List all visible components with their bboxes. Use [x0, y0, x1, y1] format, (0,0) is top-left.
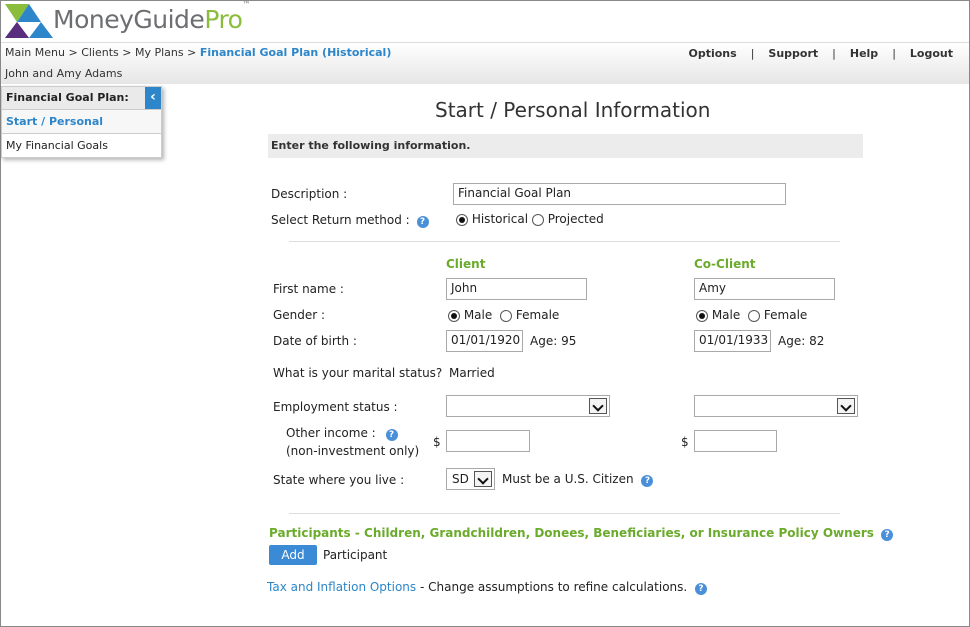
dollar-sign: $	[681, 435, 689, 449]
client-female-radio[interactable]	[500, 309, 513, 322]
breadcrumb-sep: >	[187, 46, 197, 59]
collapse-chevron-left-icon[interactable]: ‹	[145, 87, 161, 109]
marital-status-label: What is your marital status?	[273, 366, 443, 380]
nav-support[interactable]: Support	[768, 47, 818, 60]
first-name-label: First name :	[273, 282, 344, 296]
info-bar: Enter the following information.	[268, 134, 863, 158]
coclient-male-radio[interactable]	[696, 309, 708, 322]
historical-label: Historical	[471, 212, 529, 226]
top-nav: Options | Support | Help | Logout	[688, 47, 953, 60]
breadcrumb-sep: >	[68, 46, 78, 59]
client-male-radio[interactable]	[448, 309, 460, 322]
coclient-other-income-input[interactable]	[694, 430, 777, 452]
sidebar: Financial Goal Plan: ‹ Start / Personal …	[1, 86, 162, 158]
breadcrumb-my-plans[interactable]: My Plans	[135, 46, 184, 59]
male-label: Male	[711, 308, 741, 322]
return-method-label: Select Return method : ?	[271, 213, 429, 228]
breadcrumb-main-menu[interactable]: Main Menu	[5, 46, 65, 59]
client-first-name-input[interactable]: John	[446, 278, 587, 300]
client-age: Age: 95	[530, 334, 577, 348]
coclient-age: Age: 82	[778, 334, 825, 348]
participant-label: Participant	[323, 548, 388, 562]
tax-inflation-desc: - Change assumptions to refine calculati…	[416, 580, 688, 594]
help-icon[interactable]: ?	[385, 429, 398, 441]
divider	[289, 513, 840, 514]
description-input[interactable]: Financial Goal Plan	[453, 183, 786, 205]
breadcrumb-clients[interactable]: Clients	[81, 46, 119, 59]
nav-sep: |	[892, 47, 896, 60]
client-other-income-input[interactable]	[446, 430, 530, 452]
chevron-down-icon	[837, 398, 855, 414]
other-income-sublabel: (non-investment only)	[286, 444, 420, 458]
coclient-employment-select[interactable]	[694, 395, 858, 417]
client-employment-select[interactable]	[446, 395, 610, 417]
sidebar-header-label: Financial Goal Plan:	[6, 91, 129, 104]
dollar-sign: $	[433, 435, 441, 449]
help-icon[interactable]: ?	[416, 216, 429, 228]
brand-name: MoneyGuidePro™	[53, 0, 250, 34]
logo-mark-icon	[5, 4, 53, 38]
help-icon[interactable]: ?	[881, 529, 894, 541]
gender-label: Gender :	[273, 308, 326, 322]
dob-label: Date of birth :	[273, 334, 357, 348]
female-label: Female	[515, 308, 560, 322]
projected-label: Projected	[547, 212, 604, 226]
client-name: John and Amy Adams	[5, 67, 123, 80]
marital-status-value: Married	[449, 366, 495, 380]
client-gender: Male Female	[448, 308, 559, 322]
coclient-female-radio[interactable]	[748, 309, 761, 322]
citizen-note: Must be a U.S. Citizen ?	[502, 472, 654, 487]
client-dob-input[interactable]: 01/01/1920	[446, 330, 523, 352]
tax-inflation-row: Tax and Inflation Options - Change assum…	[267, 580, 708, 595]
sidebar-item-my-financial-goals[interactable]: My Financial Goals	[2, 134, 161, 158]
chevron-down-icon	[474, 471, 492, 487]
participants-header: Participants - Children, Grandchildren, …	[269, 526, 894, 541]
nav-help[interactable]: Help	[850, 47, 878, 60]
state-value: SD	[452, 472, 469, 486]
female-label: Female	[763, 308, 808, 322]
breadcrumb-sep: >	[122, 46, 132, 59]
breadcrumb-current: Financial Goal Plan (Historical)	[199, 46, 392, 59]
client-header: Client	[446, 257, 486, 271]
description-label: Description :	[271, 187, 348, 201]
divider	[289, 241, 840, 242]
coclient-header: Co-Client	[694, 257, 756, 271]
coclient-first-name-input[interactable]: Amy	[694, 278, 835, 300]
historical-radio[interactable]	[456, 213, 468, 226]
coclient-dob-input[interactable]: 01/01/1933	[694, 330, 771, 352]
chevron-down-icon	[589, 398, 607, 414]
male-label: Male	[463, 308, 493, 322]
coclient-gender: Male Female	[696, 308, 807, 322]
sidebar-item-start-personal[interactable]: Start / Personal	[2, 110, 161, 134]
nav-sep: |	[832, 47, 836, 60]
tax-inflation-link[interactable]: Tax and Inflation Options	[267, 580, 416, 594]
breadcrumb: Main Menu > Clients > My Plans > Financi…	[5, 46, 391, 59]
state-select[interactable]: SD	[446, 468, 495, 490]
other-income-label: Other income : ?	[286, 426, 398, 441]
state-label: State where you live :	[273, 473, 405, 487]
employment-status-label: Employment status :	[273, 400, 398, 414]
return-method-options: Historical Projected	[456, 212, 604, 226]
page-title: Start / Personal Information	[435, 98, 711, 122]
help-icon[interactable]: ?	[641, 475, 654, 487]
nav-sep: |	[750, 47, 755, 60]
help-icon[interactable]: ?	[695, 583, 708, 595]
nav-logout[interactable]: Logout	[910, 47, 953, 60]
projected-radio[interactable]	[531, 213, 544, 226]
sidebar-header: Financial Goal Plan: ‹	[2, 87, 161, 110]
nav-options[interactable]: Options	[688, 47, 736, 60]
add-participant-button[interactable]: Add	[269, 545, 317, 565]
